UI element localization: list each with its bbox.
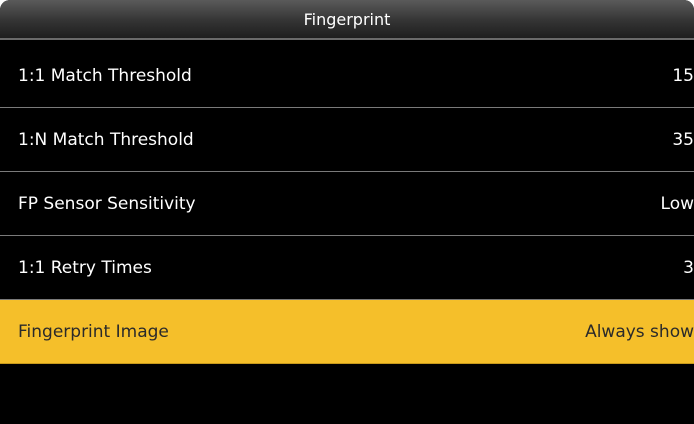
menu-item-value: 35 xyxy=(672,130,694,150)
menu-item-value: 15 xyxy=(672,66,694,86)
menu-item-label: FP Sensor Sensitivity xyxy=(18,194,196,214)
settings-menu: 1:1 Match Threshold 15 1:N Match Thresho… xyxy=(0,44,694,364)
page-title: Fingerprint xyxy=(303,10,391,29)
menu-item-fingerprint-image[interactable]: Fingerprint Image Always show xyxy=(0,300,694,364)
menu-item-value: 3 xyxy=(683,258,694,278)
menu-item-value: Low xyxy=(660,194,694,214)
menu-item-label: Fingerprint Image xyxy=(18,322,169,342)
menu-item-fp-sensor-sensitivity[interactable]: FP Sensor Sensitivity Low xyxy=(0,172,694,236)
title-bar: Fingerprint xyxy=(0,0,694,40)
menu-item-1to1-match-threshold[interactable]: 1:1 Match Threshold 15 xyxy=(0,44,694,108)
menu-item-1to1-retry-times[interactable]: 1:1 Retry Times 3 xyxy=(0,236,694,300)
menu-item-1ton-match-threshold[interactable]: 1:N Match Threshold 35 xyxy=(0,108,694,172)
menu-item-value: Always show xyxy=(585,322,694,342)
device-screen: Fingerprint 1:1 Match Threshold 15 1:N M… xyxy=(0,0,694,424)
menu-item-label: 1:1 Retry Times xyxy=(18,258,152,278)
menu-item-label: 1:1 Match Threshold xyxy=(18,66,192,86)
menu-item-label: 1:N Match Threshold xyxy=(18,130,194,150)
